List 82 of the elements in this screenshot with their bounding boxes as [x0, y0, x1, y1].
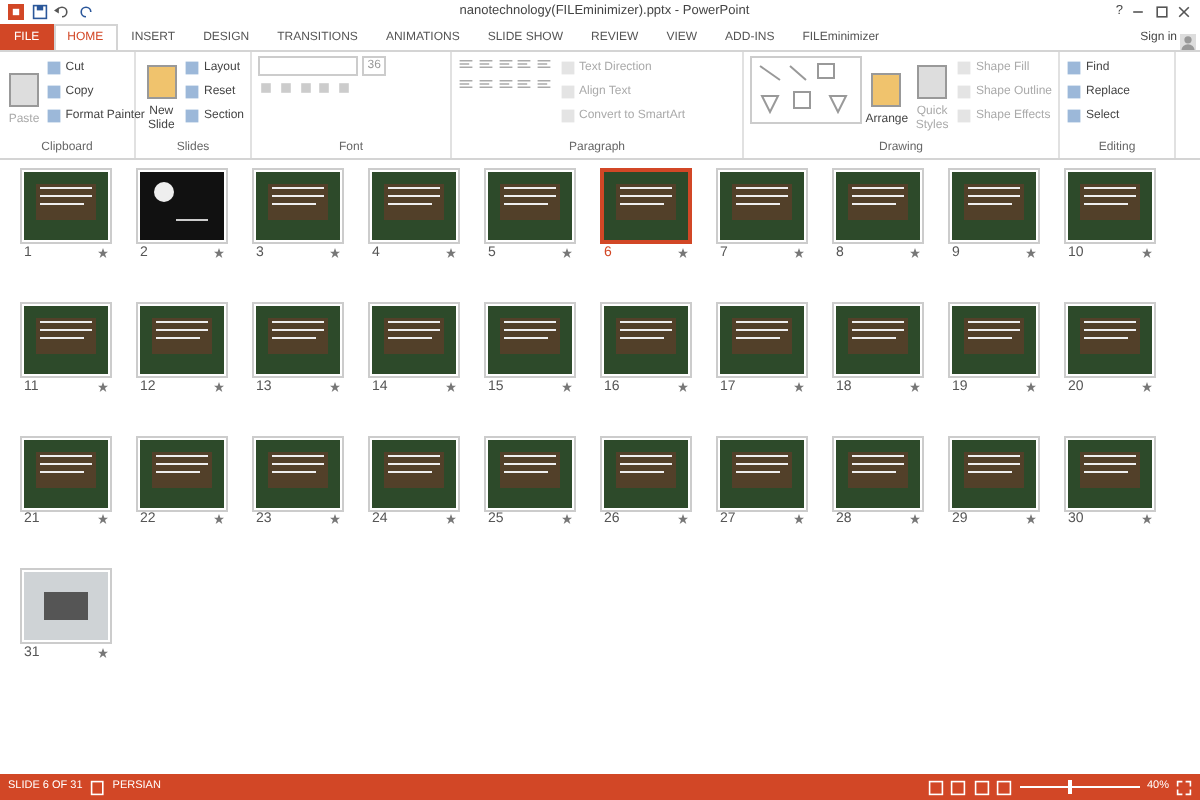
slide-thumbnail[interactable]: [832, 301, 924, 378]
save-icon[interactable]: [31, 4, 47, 20]
animation-star-icon: [1026, 247, 1036, 258]
shapes-gallery[interactable]: [750, 56, 862, 124]
slide-thumbnail[interactable]: [484, 168, 576, 244]
large-icon: [914, 62, 951, 102]
animation-star-icon: [678, 381, 688, 391]
slide-thumbnail[interactable]: [252, 301, 344, 378]
slide-thumbnail[interactable]: [368, 435, 460, 511]
animation-star-icon: [98, 381, 108, 391]
animation-star-icon: [794, 247, 804, 258]
animation-star-icon: [678, 247, 688, 258]
animation-star-icon: [98, 648, 108, 658]
animation-star-icon: [98, 247, 108, 258]
font-name-field[interactable]: [258, 56, 358, 76]
animation-star-icon: [794, 514, 804, 525]
animation-star-icon: [330, 514, 340, 525]
animation-star-icon: [1142, 514, 1152, 525]
slide-thumbnail[interactable]: [20, 435, 112, 511]
slide-thumbnail[interactable]: [368, 301, 460, 378]
large-icon: [143, 62, 180, 102]
slide-thumbnail[interactable]: [948, 168, 1040, 244]
animation-star-icon: [910, 247, 920, 258]
slide-thumbnail[interactable]: [716, 168, 808, 244]
animation-star-icon: [214, 514, 224, 525]
slide-thumbnail[interactable]: [136, 168, 228, 244]
slide-thumbnail[interactable]: [1064, 168, 1156, 244]
animation-star-icon: [562, 381, 572, 391]
animation-star-icon: [562, 247, 572, 258]
slide-thumbnail[interactable]: [600, 168, 692, 244]
slide-thumbnail[interactable]: [1064, 435, 1156, 511]
slide-thumbnail[interactable]: [484, 301, 576, 378]
animation-star-icon: [1026, 381, 1036, 391]
slide-thumbnail[interactable]: [252, 435, 344, 511]
slide-thumbnail[interactable]: [136, 435, 228, 511]
slide-thumbnail[interactable]: [20, 168, 112, 244]
maximize-icon[interactable]: [1153, 4, 1169, 20]
slide-thumbnail[interactable]: [20, 301, 112, 378]
slide-thumbnail[interactable]: [716, 301, 808, 378]
slide-sorter-icon[interactable]: [950, 779, 967, 795]
animation-star-icon: [330, 247, 340, 258]
reading-view-icon[interactable]: [973, 779, 990, 795]
animation-star-icon: [910, 381, 920, 391]
slide-thumbnail[interactable]: [832, 435, 924, 511]
slide-thumbnail[interactable]: [1064, 301, 1156, 378]
slide-thumbnail[interactable]: [600, 435, 692, 511]
slide-thumbnail[interactable]: [832, 168, 924, 244]
slide-thumbnail[interactable]: [484, 435, 576, 511]
avatar-icon[interactable]: [1180, 34, 1197, 50]
slide-thumbnail[interactable]: [20, 568, 112, 645]
slide-thumbnail[interactable]: [716, 435, 808, 511]
redo-icon[interactable]: [77, 4, 93, 20]
animation-star-icon: [330, 381, 340, 391]
zoom-thumb[interactable]: [1067, 780, 1072, 794]
animation-star-icon: [1142, 381, 1152, 391]
slide-thumbnail[interactable]: [948, 301, 1040, 378]
normal-view-icon[interactable]: [927, 779, 944, 795]
slide-thumbnail[interactable]: [600, 301, 692, 378]
animation-star-icon: [98, 514, 108, 525]
animation-star-icon: [678, 514, 688, 525]
slide-thumbnail[interactable]: [948, 435, 1040, 511]
large-icon: [6, 69, 42, 109]
animation-star-icon: [446, 514, 456, 525]
slide-thumbnail[interactable]: [368, 168, 460, 244]
animation-star-icon: [1142, 247, 1152, 258]
animation-star-icon: [1026, 514, 1036, 525]
animation-star-icon: [910, 514, 920, 525]
animation-star-icon: [446, 247, 456, 258]
large-icon: [868, 69, 905, 109]
notes-icon[interactable]: [89, 779, 106, 795]
animation-star-icon: [794, 381, 804, 391]
close-icon[interactable]: [1176, 4, 1192, 20]
slide-thumbnail[interactable]: [136, 301, 228, 378]
animation-star-icon: [214, 247, 224, 258]
undo-icon[interactable]: [54, 4, 70, 20]
animation-star-icon: [214, 381, 224, 391]
animation-star-icon: [562, 514, 572, 525]
fit-window-icon[interactable]: [1176, 779, 1192, 795]
slide-thumbnail[interactable]: [252, 168, 344, 244]
slideshow-icon[interactable]: [996, 779, 1013, 795]
animation-star-icon: [446, 381, 456, 391]
app-icon[interactable]: [8, 4, 24, 20]
